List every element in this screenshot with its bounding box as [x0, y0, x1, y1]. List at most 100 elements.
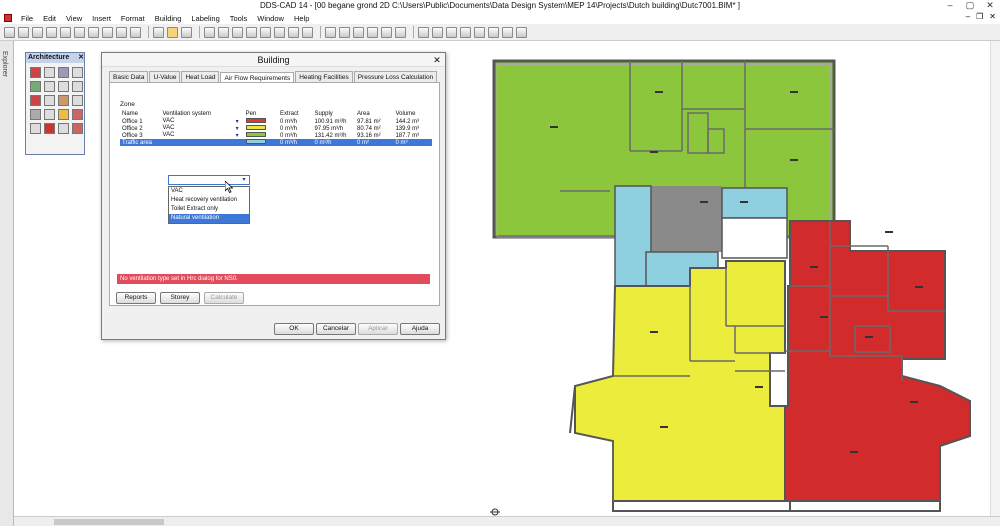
delete-tool-icon[interactable]: [44, 123, 55, 134]
house-tool-icon[interactable]: [72, 109, 83, 120]
table-row[interactable]: Office 2 VAC ▾ 0 m³/h 97.95 m³/h 80.74 m²…: [120, 125, 432, 132]
stair-tool-icon[interactable]: [30, 95, 41, 106]
reports-button[interactable]: Reports: [116, 292, 156, 304]
ventilation-system[interactable]: VAC: [163, 132, 175, 138]
opening-tool-icon[interactable]: [72, 81, 83, 92]
roof-tool-icon[interactable]: [58, 95, 69, 106]
calculate-button[interactable]: Calculate: [204, 292, 244, 304]
door-insert-icon[interactable]: [72, 67, 83, 78]
minimize-icon[interactable]: –: [942, 0, 958, 11]
column-header[interactable]: Ventilation system: [161, 110, 244, 118]
palette-close-icon[interactable]: ✕: [78, 53, 84, 63]
view-3d-icon[interactable]: [288, 26, 299, 38]
column-header[interactable]: Extract: [278, 110, 312, 118]
pan-icon[interactable]: [260, 26, 271, 38]
scrollbar-thumb[interactable]: [54, 519, 164, 525]
sanitary-tool-icon[interactable]: [44, 109, 55, 120]
menu-insert[interactable]: Insert: [87, 14, 116, 23]
ok-button[interactable]: OK: [274, 323, 314, 335]
railing-tool-icon[interactable]: [44, 95, 55, 106]
dropdown-option[interactable]: Toilet Extract only: [169, 205, 249, 214]
ventilation-system[interactable]: VAC: [163, 118, 175, 124]
menu-building[interactable]: Building: [150, 14, 187, 23]
table-row[interactable]: Office 1 VAC ▾ 0 m³/h 100.91 m³/h 97.81 m…: [120, 118, 432, 125]
ventilation-system[interactable]: VAC: [163, 125, 175, 131]
column-tool-icon[interactable]: [44, 67, 55, 78]
column-header[interactable]: Name: [120, 110, 161, 118]
mdi-restore-icon[interactable]: ❐: [976, 12, 983, 21]
edit-tool-icon[interactable]: [30, 123, 41, 134]
app-icon[interactable]: [4, 14, 12, 22]
snap-icon[interactable]: [153, 26, 164, 38]
dropdown-option[interactable]: VAC: [169, 187, 249, 196]
menu-file[interactable]: File: [16, 14, 38, 23]
menu-edit[interactable]: Edit: [38, 14, 61, 23]
slab-tool-icon[interactable]: [44, 81, 55, 92]
door-icon[interactable]: [381, 26, 392, 38]
explorer-label[interactable]: Explorer: [1, 51, 8, 77]
dropdown-option-highlighted[interactable]: Natural ventilation: [169, 214, 249, 223]
cancel-button[interactable]: Cancelar: [316, 323, 356, 335]
measure-icon[interactable]: [325, 26, 336, 38]
column-header[interactable]: Supply: [312, 110, 355, 118]
text-icon[interactable]: [460, 26, 471, 38]
symbol-icon[interactable]: [502, 26, 513, 38]
yellow-zone[interactable]: [574, 260, 786, 502]
chimney-tool-icon[interactable]: [72, 95, 83, 106]
paste-icon[interactable]: [102, 26, 113, 38]
table-row[interactable]: Office 3 VAC ▾ 0 m³/h 131.42 m³/h 93.16 m…: [120, 132, 432, 139]
print-preview-icon[interactable]: [60, 26, 71, 38]
roof-icon[interactable]: [446, 26, 457, 38]
room-icon[interactable]: [418, 26, 429, 38]
dropdown-option[interactable]: Heat recovery ventilation: [169, 196, 249, 205]
window-insert-icon[interactable]: [58, 67, 69, 78]
undo-icon[interactable]: [116, 26, 127, 38]
menu-labeling[interactable]: Labeling: [186, 14, 224, 23]
room-tool-icon[interactable]: [30, 81, 41, 92]
floor-plan-canvas[interactable]: [450, 41, 1000, 526]
vertical-scrollbar[interactable]: [990, 41, 1000, 516]
open-folder-icon[interactable]: [18, 26, 29, 38]
layer-icon[interactable]: [181, 26, 192, 38]
help-button[interactable]: Ajuda: [400, 323, 440, 335]
label-tool-icon[interactable]: [58, 109, 69, 120]
close-icon[interactable]: ✕: [982, 0, 998, 11]
apply-button[interactable]: Aplicar: [358, 323, 398, 335]
wall-icon[interactable]: [367, 26, 378, 38]
menu-format[interactable]: Format: [116, 14, 150, 23]
building-icon[interactable]: [353, 26, 364, 38]
chevron-down-icon[interactable]: ▾: [236, 132, 242, 139]
dimension-icon[interactable]: [474, 26, 485, 38]
mdi-minimize-icon[interactable]: –: [966, 12, 970, 21]
mirror-tool-icon[interactable]: [58, 123, 69, 134]
column-header[interactable]: Area: [355, 110, 393, 118]
view-2d-icon[interactable]: [302, 26, 313, 38]
building-tool-icon[interactable]: [72, 123, 83, 134]
horizontal-scrollbar[interactable]: [14, 516, 1000, 526]
chevron-down-icon[interactable]: ▾: [236, 118, 242, 125]
mdi-close-icon[interactable]: ✕: [989, 12, 996, 21]
blue-zone[interactable]: [721, 187, 788, 219]
pen-color-swatch[interactable]: [245, 139, 266, 145]
print-icon[interactable]: [46, 26, 57, 38]
window-tool-icon[interactable]: [395, 26, 406, 38]
ventilation-system-combo[interactable]: ▾: [168, 175, 250, 185]
pen-color-swatch[interactable]: [245, 125, 266, 131]
menu-help[interactable]: Help: [289, 14, 314, 23]
explorer-panel[interactable]: Explorer: [0, 41, 14, 526]
menu-tools[interactable]: Tools: [225, 14, 253, 23]
zoom-window-icon[interactable]: [232, 26, 243, 38]
beam-tool-icon[interactable]: [58, 81, 69, 92]
column-header[interactable]: Volume: [393, 110, 432, 118]
red-zone[interactable]: [784, 220, 971, 502]
zoom-in-icon[interactable]: [204, 26, 215, 38]
hatch-icon[interactable]: [488, 26, 499, 38]
chevron-down-icon[interactable]: ▾: [239, 176, 249, 184]
pen-color-swatch[interactable]: [245, 118, 266, 124]
redraw-icon[interactable]: [274, 26, 285, 38]
stairs-icon[interactable]: [432, 26, 443, 38]
zoom-out-icon[interactable]: [218, 26, 229, 38]
copy-icon[interactable]: [88, 26, 99, 38]
column-header[interactable]: Pen: [244, 110, 278, 118]
menu-view[interactable]: View: [61, 14, 87, 23]
